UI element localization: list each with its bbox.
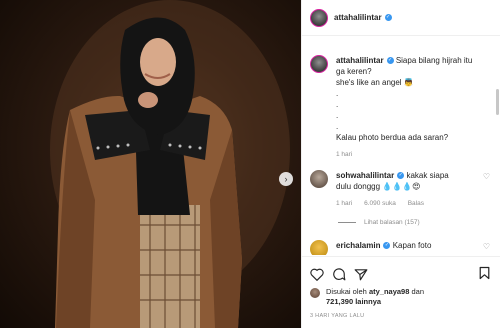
author-avatar[interactable] [310,55,328,73]
comment-username[interactable]: erichalamin [336,241,380,250]
comment-body: sohwahalilintar ✓ kakak siapa dulu donggg… [336,170,449,209]
instagram-post-modal: › attahalilintar ✓ attahalilintar ✓ Siapa… [0,0,500,328]
caption-body: attahalilintar ✓ Siapa bilang hijrah itu … [336,55,472,160]
liker-username[interactable]: aty_naya98 [369,287,409,296]
verified-badge-icon: ✓ [384,14,392,21]
likes-and: dan [411,287,425,296]
commenter-avatar[interactable] [310,170,328,188]
post-actions: Disukai oleh aty_naya98 dan 721,390 lain… [302,256,500,328]
comment-likes[interactable]: 6.090 suka [364,200,396,207]
author-avatar[interactable] [310,8,328,27]
verified-badge-icon: ✓ [383,242,391,250]
comments-scrollbar[interactable] [496,89,499,115]
comment-like-heart-icon[interactable]: ♡ [483,172,490,181]
next-photo-button[interactable]: › [279,172,293,186]
comments-list[interactable]: attahalilintar ✓ Siapa bilang hijrah itu … [302,37,500,255]
liker-avatar[interactable] [310,288,320,298]
post-timestamp[interactable]: 3 HARI YANG LALU [302,313,500,319]
photo-illustration [50,0,290,328]
comment-icon[interactable] [332,267,346,281]
caption-line: ga keren? [336,67,372,76]
caption-time: 1 hari [336,151,353,158]
bookmark-icon[interactable] [479,266,490,280]
comment-text: dulu donggg 💧💧💧😍 [336,182,421,191]
caption-line: Kalau photo berdua ada saran? [336,133,449,142]
comment-text: Kapan foto [392,241,432,250]
caption-username[interactable]: attahalilintar [336,56,384,65]
comment-like-heart-icon[interactable]: ♡ [483,242,490,251]
author-username[interactable]: attahalilintar [334,13,382,22]
comment-time: 1 hari [336,200,353,207]
commenter-avatar[interactable] [310,240,328,255]
verified-badge-icon: ✓ [397,172,405,180]
caption-line: . [336,89,339,98]
likes-prefix: Disukai oleh [326,287,367,296]
caption-line: she's like an angel 👼 [336,78,414,87]
verified-badge-icon: ✓ [386,57,394,65]
caption-meta: 1 hari [336,149,472,160]
caption-line: . [336,122,339,131]
replies-divider [338,222,356,223]
chevron-right-icon: › [284,173,288,184]
post-header: attahalilintar ✓ [302,0,500,36]
likes-others[interactable]: lainnya [355,297,381,306]
comment-meta: 1 hari 6.090 suka Balas [336,198,449,209]
post-side-panel: attahalilintar ✓ attahalilintar ✓ Siapa b… [301,0,500,328]
comment-text: kakak siapa [406,171,449,180]
caption-item: attahalilintar ✓ Siapa bilang hijrah itu … [310,55,490,160]
comment-username[interactable]: sohwahalilintar [336,171,394,180]
likes-text: Disukai oleh aty_naya98 dan 721,390 lain… [326,287,424,307]
share-icon[interactable] [354,268,368,281]
comment-item: erichalamin ✓ Kapan foto ♡ [310,240,490,255]
view-replies-label: Lihat balasan (157) [364,219,420,226]
caption-line: . [336,111,339,120]
likes-count[interactable]: 721,390 [326,297,353,306]
caption-line: Siapa bilang hijrah itu [395,56,473,65]
reply-button[interactable]: Balas [408,200,424,207]
heart-icon[interactable] [310,268,324,281]
view-replies-button[interactable]: Lihat balasan (157) [338,219,420,226]
post-photo[interactable]: › [0,0,301,328]
caption-line: . [336,100,339,109]
likes-summary: Disukai oleh aty_naya98 dan 721,390 lain… [302,287,500,307]
comment-body: erichalamin ✓ Kapan foto [336,240,431,255]
comment-item: sohwahalilintar ✓ kakak siapa dulu donggg… [310,170,490,209]
action-icons [302,257,500,283]
